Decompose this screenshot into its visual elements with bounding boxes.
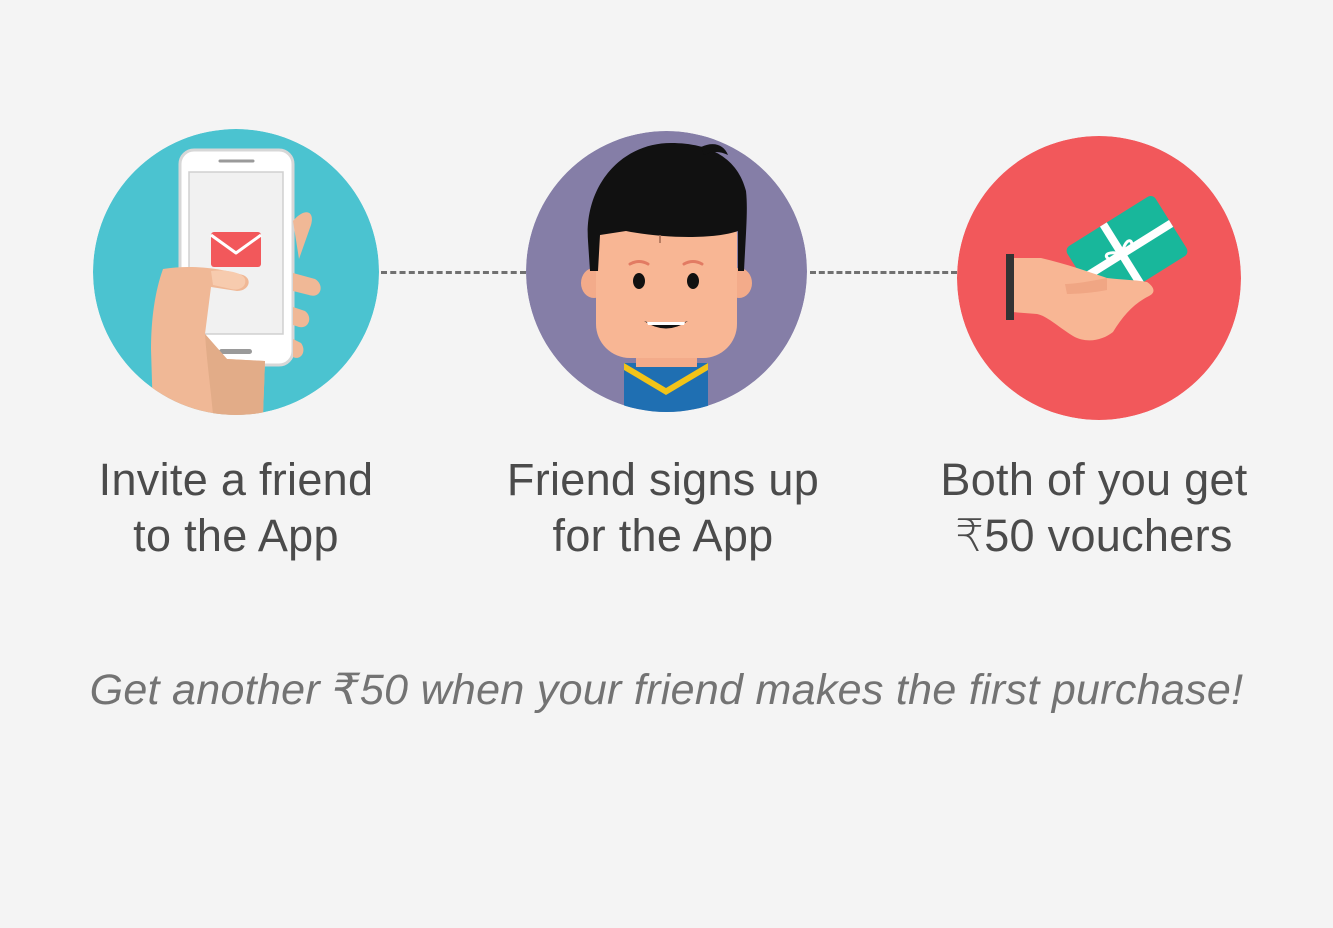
gift-voucher-hand-icon	[957, 136, 1241, 420]
step-label-line: Friend signs up	[506, 454, 820, 505]
friend-avatar-icon	[526, 131, 807, 412]
step-label-invite: Invite a friend to the App	[26, 452, 446, 564]
step-label-line: for the App	[552, 510, 774, 561]
step-label-line: Invite a friend	[98, 454, 374, 505]
step-label-signup: Friend signs up for the App	[453, 452, 873, 564]
connector-line	[810, 271, 957, 274]
step-label-line: Both of you get	[940, 454, 1248, 505]
step-label-line: ₹50 vouchers	[955, 510, 1233, 561]
step-label-reward: Both of you get ₹50 vouchers	[884, 452, 1304, 564]
connector-line	[381, 271, 526, 274]
bonus-note: Get another ₹50 when your friend makes t…	[89, 666, 1244, 714]
phone-invite-icon	[93, 129, 379, 415]
step-label-line: to the App	[133, 510, 339, 561]
